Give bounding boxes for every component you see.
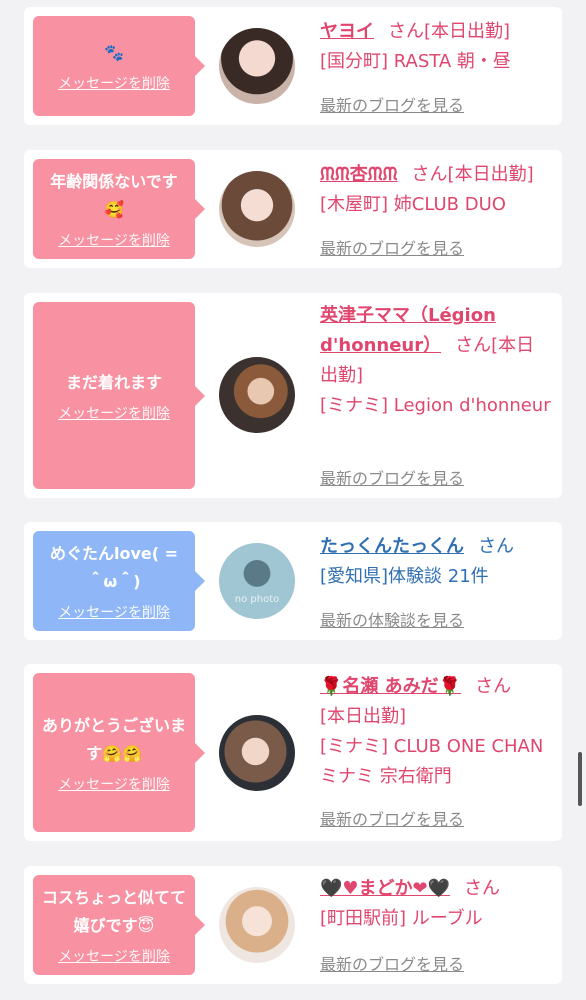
shop-text: [国分町] RASTA 朝・昼 (320, 51, 511, 72)
shop-text: [ミナミ] Legion d'honneur (320, 395, 551, 416)
latest-blog-link[interactable]: 最新のブログを見る (320, 92, 464, 116)
delete-message-link[interactable]: メッセージを削除 (58, 230, 170, 250)
cast-name-link[interactable]: ᙏᙏ杏ᙏᙏ (320, 164, 398, 185)
delete-message-link[interactable]: メッセージを削除 (58, 403, 170, 423)
message-bubble: ありがとうございます🤗🤗 メッセージを削除 (33, 673, 205, 832)
latest-blog-link[interactable]: 最新のブログを見る (320, 806, 464, 830)
user-info: たっくんたっくん さん [愛知県]体験談 21件 (320, 532, 552, 592)
honorific: さん (411, 164, 448, 185)
honorific: さん (388, 21, 424, 42)
latest-blog-link[interactable]: 最新のブログを見る (320, 465, 464, 489)
message-card: まだ着れます メッセージを削除 英津子ママ（Légion d'honneur）さ… (24, 293, 562, 498)
latest-review-link[interactable]: 最新の体験談を見る (320, 607, 464, 631)
message-card: めぐたんlove( = ＾ω＾) メッセージを削除 no photo たっくんた… (24, 522, 562, 640)
message-text: 🐾 (104, 43, 124, 62)
avatar[interactable] (219, 715, 295, 791)
cast-name-link[interactable]: 🌹名瀬 あみだ🌹 (320, 676, 461, 697)
cast-name-link[interactable]: 🖤♥まどか❤🖤 (320, 878, 450, 899)
message-text: まだ着れます (65, 372, 162, 392)
review-count-text: [愛知県]体験談 21件 (320, 566, 489, 587)
honorific: さん (464, 878, 501, 899)
delete-message-link[interactable]: メッセージを削除 (58, 946, 170, 966)
cast-info: ヤヨイ さん[本日出勤] [国分町] RASTA 朝・昼 (320, 17, 552, 77)
status-text: [本日出勤] (424, 21, 511, 42)
shop-text: [ミナミ] CLUB ONE CHAN ミナミ 宗右衛門 (320, 736, 544, 787)
status-text: [本日出勤] (447, 164, 534, 185)
latest-blog-link[interactable]: 最新のブログを見る (320, 951, 464, 975)
avatar[interactable] (219, 357, 295, 433)
latest-blog-link[interactable]: 最新のブログを見る (320, 235, 464, 259)
message-bubble: まだ着れます メッセージを削除 (33, 302, 205, 489)
cast-name-link[interactable]: ヤヨイ (320, 21, 374, 42)
message-text: コスちょっと似てて嬉びです😇 (41, 888, 186, 935)
avatar[interactable]: no photo (219, 543, 295, 619)
message-text: 年齢関係ないです🥰 (50, 172, 178, 219)
message-bubble: コスちょっと似てて嬉びです😇 メッセージを削除 (33, 875, 205, 975)
cast-info: 🌹名瀬 あみだ🌹 さん [本日出勤] [ミナミ] CLUB ONE CHAN ミナ… (320, 672, 552, 792)
message-card: 年齢関係ないです🥰 メッセージを削除 ᙏᙏ杏ᙏᙏ さん[本日出勤] [木屋町] 姉… (24, 150, 562, 268)
shop-text: [木屋町] 姉CLUB DUO (320, 194, 506, 215)
cast-info: ᙏᙏ杏ᙏᙏ さん[本日出勤] [木屋町] 姉CLUB DUO (320, 160, 552, 220)
status-text: [本日出勤] (320, 706, 407, 727)
delete-message-link[interactable]: メッセージを削除 (58, 73, 170, 93)
message-card: ありがとうございます🤗🤗 メッセージを削除 🌹名瀬 あみだ🌹 さん [本日出勤] … (24, 664, 562, 841)
message-bubble: 年齢関係ないです🥰 メッセージを削除 (33, 159, 205, 259)
avatar[interactable] (219, 28, 295, 104)
cast-info: 🖤♥まどか❤🖤 さん [町田駅前] ルーブル (320, 874, 552, 934)
honorific: さん (478, 536, 514, 557)
no-photo-label: no photo (234, 594, 280, 605)
honorific: さん (475, 676, 512, 697)
message-card: 🐾 メッセージを削除 ヤヨイ さん[本日出勤] [国分町] RASTA 朝・昼 最… (24, 7, 562, 125)
delete-message-link[interactable]: メッセージを削除 (58, 774, 170, 794)
user-name-link[interactable]: たっくんたっくん (320, 536, 464, 557)
message-text: めぐたんlove( = ＾ω＾) (49, 544, 179, 591)
cast-info: 英津子ママ（Légion d'honneur） さん[本日出勤] [ミナミ] Le… (320, 301, 552, 421)
message-bubble: 🐾 メッセージを削除 (33, 16, 205, 116)
avatar[interactable] (219, 171, 295, 247)
avatar[interactable] (219, 887, 295, 963)
delete-message-link[interactable]: メッセージを削除 (58, 602, 170, 622)
shop-text: [町田駅前] ルーブル (320, 908, 483, 929)
message-text: ありがとうございます🤗🤗 (41, 715, 186, 763)
scrollbar[interactable] (578, 752, 582, 806)
message-bubble: めぐたんlove( = ＾ω＾) メッセージを削除 (33, 531, 205, 631)
honorific: さん (455, 335, 492, 356)
message-card: コスちょっと似てて嬉びです😇 メッセージを削除 🖤♥まどか❤🖤 さん [町田駅前]… (24, 866, 562, 984)
